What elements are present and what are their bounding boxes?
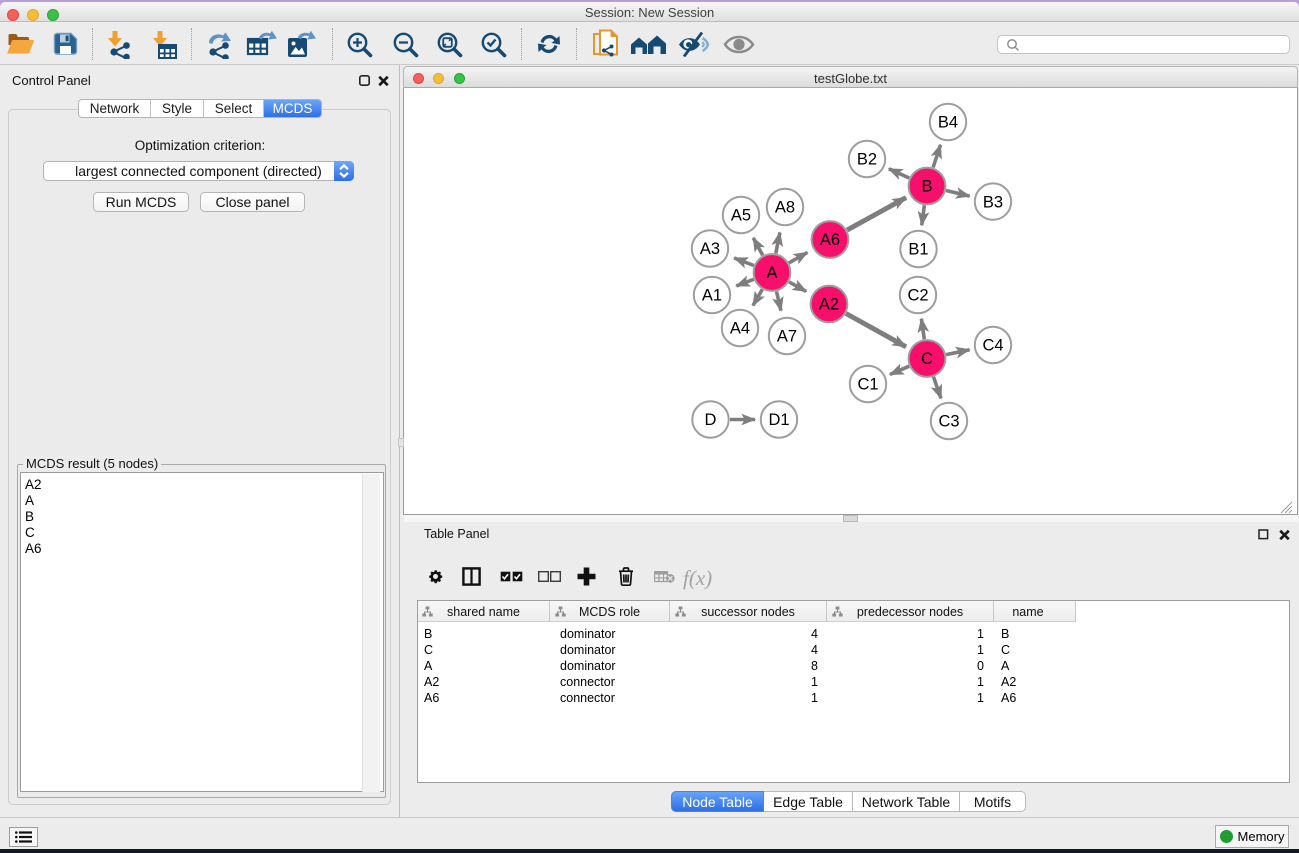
svg-text:A1: A1	[702, 287, 722, 305]
svg-text:B: B	[921, 178, 932, 196]
svg-text:B4: B4	[938, 114, 958, 132]
svg-text:C1: C1	[857, 376, 878, 394]
svg-text:C: C	[921, 350, 933, 368]
svg-text:A4: A4	[730, 320, 750, 338]
svg-text:A2: A2	[819, 296, 839, 314]
svg-text:A8: A8	[775, 199, 795, 217]
svg-text:D1: D1	[768, 411, 789, 429]
svg-text:B1: B1	[908, 241, 928, 259]
svg-text:D: D	[705, 411, 717, 429]
svg-text:A5: A5	[731, 207, 751, 225]
svg-text:A: A	[766, 264, 777, 282]
svg-text:C3: C3	[938, 413, 959, 431]
svg-text:C4: C4	[982, 337, 1003, 355]
svg-text:C2: C2	[907, 287, 928, 305]
svg-text:A3: A3	[700, 240, 720, 258]
svg-text:B3: B3	[983, 193, 1003, 211]
svg-text:A6: A6	[820, 231, 840, 249]
svg-text:B2: B2	[857, 151, 877, 169]
svg-text:A7: A7	[777, 328, 797, 346]
